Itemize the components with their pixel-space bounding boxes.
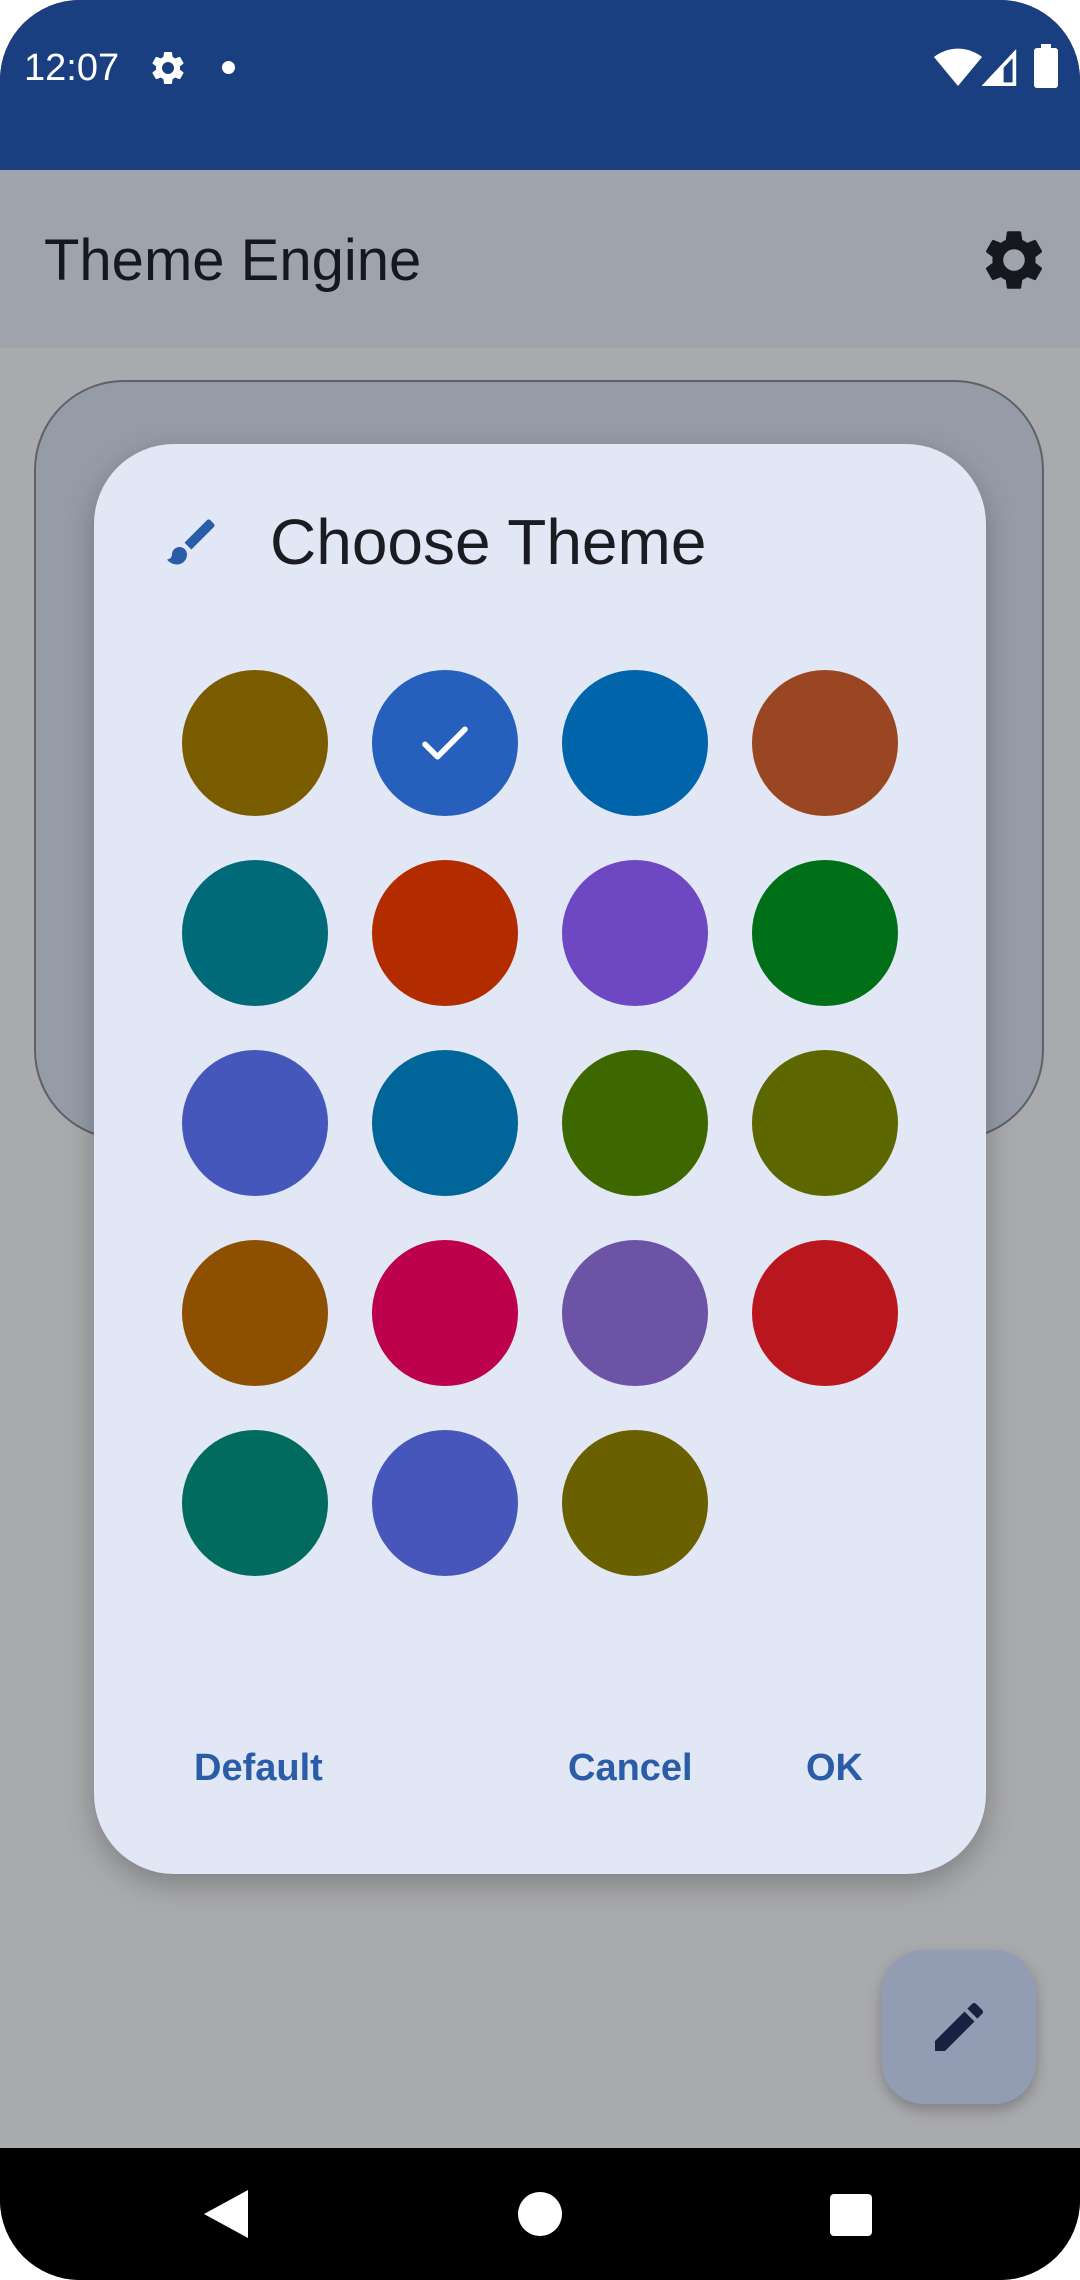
home-icon[interactable] [518,2192,562,2236]
status-time: 12:07 [24,47,120,89]
theme-swatch[interactable] [182,860,328,1006]
theme-swatch[interactable] [562,1050,708,1196]
back-icon[interactable] [204,2190,248,2238]
theme-swatch[interactable] [182,670,328,816]
gear-icon[interactable] [978,224,1050,296]
cancel-button[interactable]: Cancel [568,1744,693,1792]
wifi-icon [934,48,982,86]
status-bar: 12:07 [0,0,1080,170]
battery-icon [1034,44,1058,88]
app-title: Theme Engine [44,228,422,293]
theme-swatch[interactable] [372,1050,518,1196]
notification-dot-icon [222,61,235,74]
theme-swatch[interactable] [562,860,708,1006]
signal-icon [982,49,1017,86]
theme-swatch[interactable] [562,670,708,816]
settings-status-icon [152,51,184,84]
theme-swatch[interactable] [752,860,898,1006]
theme-swatch[interactable] [562,1430,708,1576]
theme-swatch[interactable] [562,1240,708,1386]
theme-swatch[interactable] [752,670,898,816]
theme-swatch[interactable] [372,670,518,816]
choose-theme-dialog: Choose Theme Default Cancel OK [94,444,986,1874]
app-bar: Theme Engine [0,170,1080,348]
checkmark-icon [422,726,468,760]
theme-swatch[interactable] [752,1050,898,1196]
ok-button[interactable]: OK [806,1744,863,1792]
navigation-bar [0,2148,1080,2280]
theme-swatch[interactable] [372,1430,518,1576]
edit-fab-button[interactable] [882,1950,1036,2104]
dialog-title: Choose Theme [270,506,707,578]
default-button[interactable]: Default [194,1744,323,1792]
theme-swatch[interactable] [182,1240,328,1386]
theme-swatch[interactable] [182,1430,328,1576]
theme-swatch[interactable] [182,1050,328,1196]
phone-screen: 12:07 Theme Engine Choose Theme Default … [0,0,1080,2280]
paintbrush-icon [167,519,215,565]
theme-swatch[interactable] [752,1240,898,1386]
theme-swatch[interactable] [372,1240,518,1386]
pencil-icon [935,2002,984,2051]
theme-swatch[interactable] [372,860,518,1006]
recents-icon[interactable] [830,2194,872,2236]
